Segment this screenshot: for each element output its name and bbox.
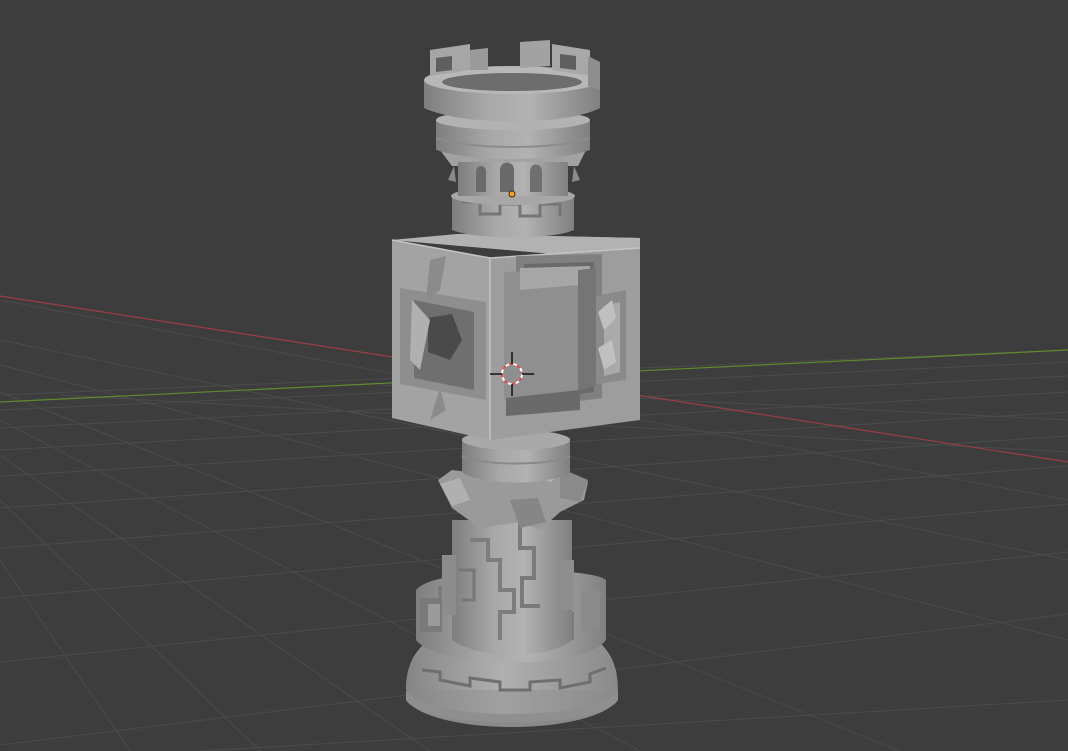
rook-stem (442, 520, 574, 655)
3d-viewport[interactable] (0, 0, 1068, 751)
hollow-cube (391, 234, 641, 440)
object-origin-icon[interactable] (508, 190, 516, 198)
rook-neck (461, 430, 571, 483)
